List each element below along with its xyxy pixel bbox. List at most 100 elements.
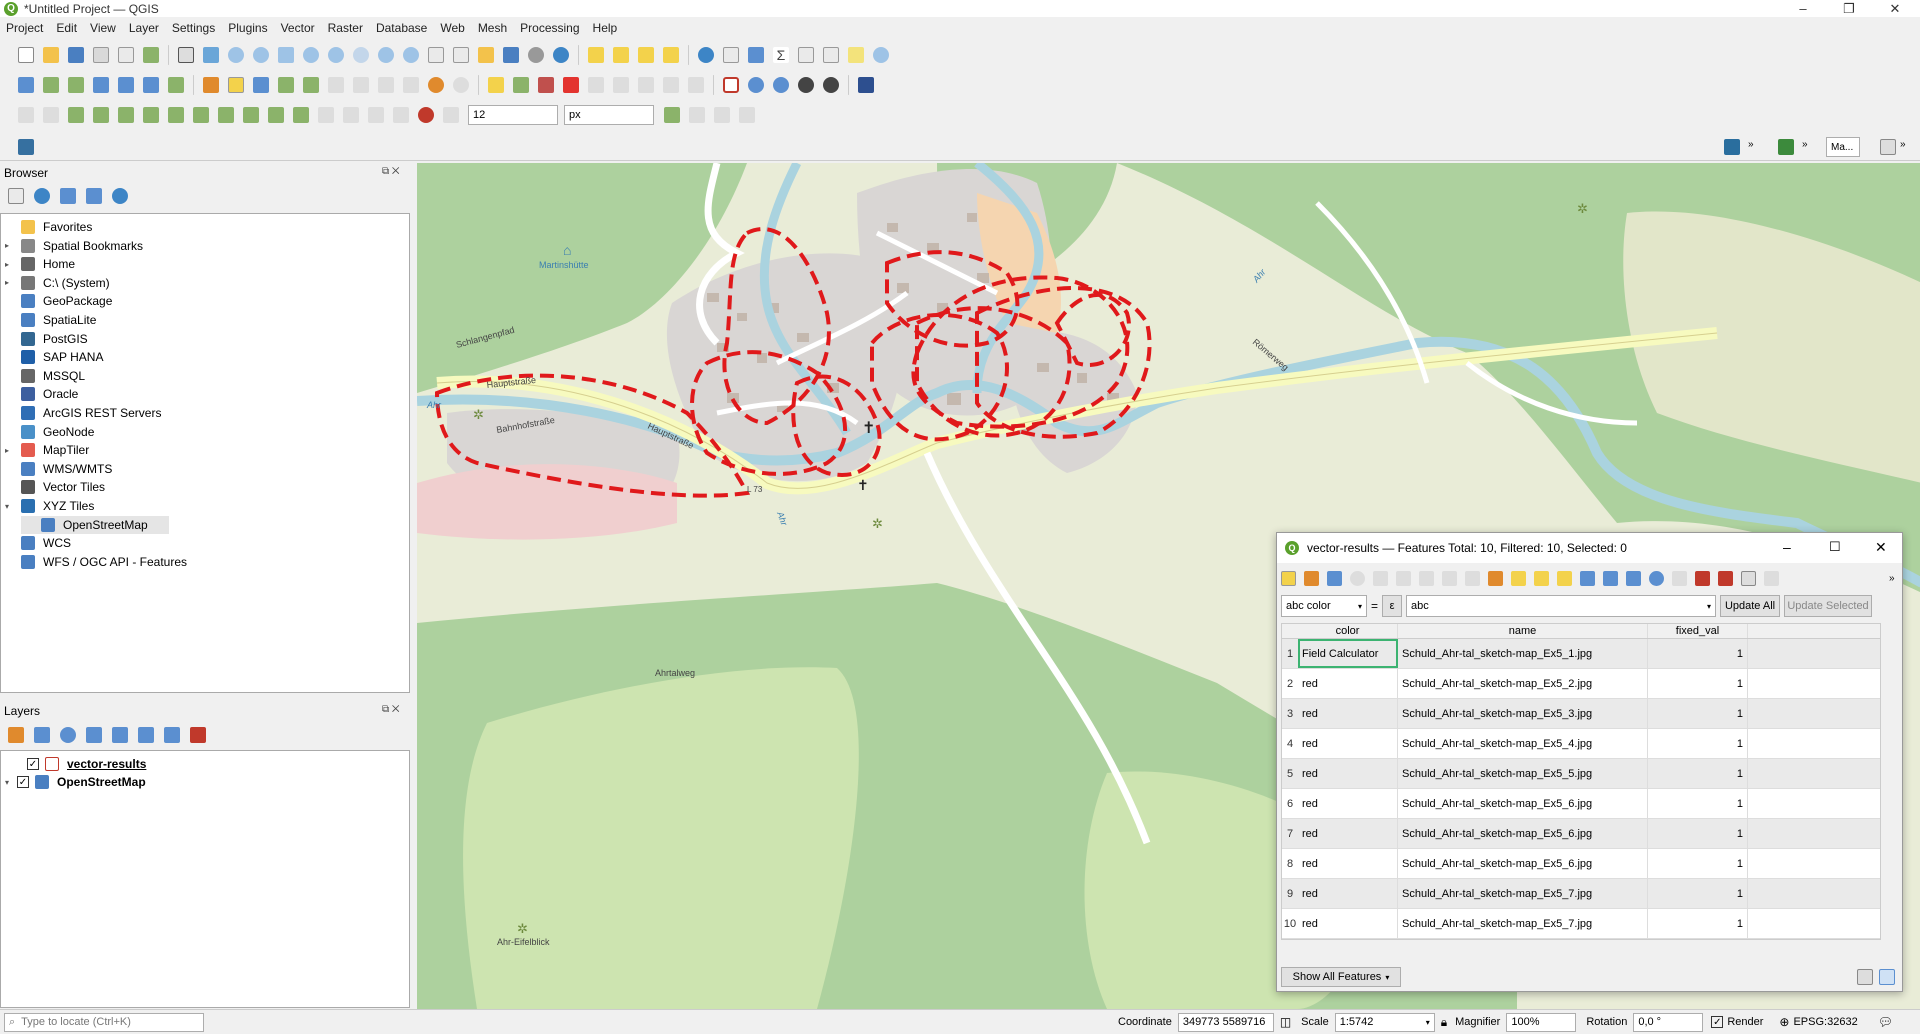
label-move-icon[interactable] [588, 77, 604, 93]
cell-name[interactable]: Schuld_Ahr-tal_sketch-map_Ex5_5.jpg [1398, 759, 1648, 788]
identify-icon[interactable] [698, 47, 714, 63]
deselect-icon[interactable] [638, 47, 654, 63]
add-feature-icon[interactable] [1373, 570, 1388, 586]
menu-vector[interactable]: Vector [281, 21, 315, 35]
statistics-sigma-icon[interactable]: Σ [773, 47, 789, 63]
split-icon[interactable] [143, 107, 159, 123]
menu-plugins[interactable]: Plugins [228, 21, 267, 35]
toggle-editing-icon[interactable] [228, 77, 244, 93]
move-selected-top-icon[interactable] [1603, 570, 1618, 586]
temporal-icon[interactable] [528, 47, 544, 63]
cell-color[interactable]: red [1298, 729, 1398, 758]
label-rotate-icon[interactable] [613, 77, 629, 93]
browser-panel-buttons[interactable]: ⧉ ✕ [382, 166, 400, 177]
table-row[interactable]: 4 red Schuld_Ahr-tal_sketch-map_Ex5_4.jpg 1 [1282, 729, 1880, 759]
cell-fixed-val[interactable]: 1 [1648, 849, 1748, 878]
select-all-icon[interactable] [1511, 570, 1526, 586]
map-tips-icon[interactable] [848, 47, 864, 63]
add-ring-icon[interactable] [218, 107, 234, 123]
style-manager-icon[interactable] [143, 47, 159, 63]
settings-gear-icon[interactable] [748, 47, 764, 63]
save-as-icon[interactable] [93, 47, 109, 63]
rotation-field[interactable]: 0,0 ° [1633, 1012, 1704, 1032]
rotate-icon[interactable] [318, 107, 334, 123]
save-edits-icon[interactable] [253, 77, 269, 93]
cell-color[interactable]: red [1298, 879, 1398, 908]
show-bookmarks-icon[interactable] [503, 47, 519, 63]
cell-name[interactable]: Schuld_Ahr-tal_sketch-map_Ex5_6.jpg [1398, 849, 1648, 878]
menu-mesh[interactable]: Mesh [478, 21, 507, 35]
select-expression-icon[interactable] [1488, 570, 1503, 586]
advanced-digitize-icon[interactable] [68, 107, 84, 123]
browser-item[interactable]: GeoPackage [1, 292, 112, 310]
layers-panel-buttons[interactable]: ⧉ ✕ [382, 704, 400, 715]
cell-color[interactable]: red [1298, 849, 1398, 878]
open-project-icon[interactable] [43, 47, 59, 63]
more-chevron-icon[interactable]: » [1900, 139, 1906, 150]
filter-selected-icon[interactable] [1580, 570, 1595, 586]
label-change-icon[interactable] [638, 77, 654, 93]
paste-icon[interactable] [1465, 570, 1480, 586]
new-map-view-icon[interactable] [428, 47, 444, 63]
cell-fixed-val[interactable]: 1 [1648, 699, 1748, 728]
label-tool-icon[interactable] [488, 77, 504, 93]
delete-ring-icon[interactable] [293, 107, 309, 123]
merge-icon[interactable] [168, 107, 184, 123]
invert-selection-icon[interactable] [1534, 570, 1549, 586]
model-designer-icon[interactable] [748, 77, 764, 93]
deselect-all-icon[interactable] [1557, 570, 1572, 586]
reshape-icon[interactable] [93, 107, 109, 123]
vertex-tool-icon[interactable] [303, 77, 319, 93]
help-icon[interactable] [858, 77, 874, 93]
browser-item[interactable]: ▾ XYZ Tiles [1, 497, 94, 515]
cell-name[interactable]: Schuld_Ahr-tal_sketch-map_Ex5_7.jpg [1398, 879, 1648, 908]
table-view-icon[interactable] [1879, 969, 1895, 985]
paste-features-icon[interactable] [403, 77, 419, 93]
more-chevron-icon[interactable]: » [1802, 139, 1808, 150]
cell-name[interactable]: Schuld_Ahr-tal_sketch-map_Ex5_6.jpg [1398, 789, 1648, 818]
table-row[interactable]: 2 red Schuld_Ahr-tal_sketch-map_Ex5_2.jpg 1 [1282, 669, 1880, 699]
column-header-name[interactable]: name [1398, 624, 1648, 638]
magnifier-field[interactable]: 100% [1506, 1012, 1577, 1032]
label-callout-icon[interactable] [688, 77, 704, 93]
layer-item-vector-results[interactable]: ✓ vector-results [1, 755, 146, 773]
measure-area-icon[interactable] [823, 47, 839, 63]
select-features-icon[interactable] [588, 47, 604, 63]
column-header-color[interactable]: color [1298, 624, 1398, 638]
cell-name[interactable]: Schuld_Ahr-tal_sketch-map_Ex5_7.jpg [1398, 909, 1648, 938]
browser-item[interactable]: WFS / OGC API - Features [1, 553, 187, 571]
refresh-icon[interactable] [34, 188, 50, 204]
digitize-icon[interactable] [18, 107, 34, 123]
new-geopackage-icon[interactable] [43, 77, 59, 93]
field-select[interactable]: abc color ▾ [1281, 595, 1367, 617]
more-chevron-icon[interactable]: » [1748, 139, 1754, 150]
browser-item[interactable]: ▸ MapTiler [1, 441, 89, 459]
zoom-layer-icon[interactable] [328, 47, 344, 63]
close-icon[interactable]: ✕ [1875, 539, 1887, 556]
add-part-icon[interactable] [243, 107, 259, 123]
more-chevron-icon[interactable]: » [1889, 573, 1895, 584]
menu-help[interactable]: Help [593, 21, 618, 35]
scale-icon[interactable] [343, 107, 359, 123]
browser-item[interactable]: WCS [1, 534, 71, 552]
new-project-icon[interactable] [18, 47, 34, 63]
crs-label[interactable]: EPSG:32632 [1793, 1016, 1857, 1028]
scale-field[interactable]: 1:5742 ▾ [1334, 1012, 1435, 1032]
layer-checkbox[interactable]: ✓ [17, 776, 29, 788]
filter-icon[interactable] [60, 188, 76, 204]
save-edits-icon[interactable] [1327, 570, 1342, 586]
snapping-type-icon[interactable] [443, 107, 459, 123]
table-row[interactable]: 6 red Schuld_Ahr-tal_sketch-map_Ex5_6.jpg 1 [1282, 789, 1880, 819]
new-3d-view-icon[interactable] [453, 47, 469, 63]
expand-arrow-icon[interactable]: ▾ [5, 502, 15, 511]
cell-name[interactable]: Schuld_Ahr-tal_sketch-map_Ex5_4.jpg [1398, 729, 1648, 758]
plugin-icon[interactable] [1724, 139, 1740, 155]
cell-name[interactable]: Schuld_Ahr-tal_sketch-map_Ex5_1.jpg [1398, 639, 1648, 668]
magnet-icon[interactable] [418, 107, 434, 123]
copy-selected-rows-icon[interactable] [1672, 570, 1687, 586]
simplify-icon[interactable] [193, 107, 209, 123]
toggle-extents-icon[interactable]: ◫ [1280, 1015, 1291, 1029]
cell-color[interactable]: red [1298, 669, 1398, 698]
collapse-all-icon[interactable] [86, 188, 102, 204]
browser-item[interactable]: ▸ C:\ (System) [1, 274, 110, 292]
